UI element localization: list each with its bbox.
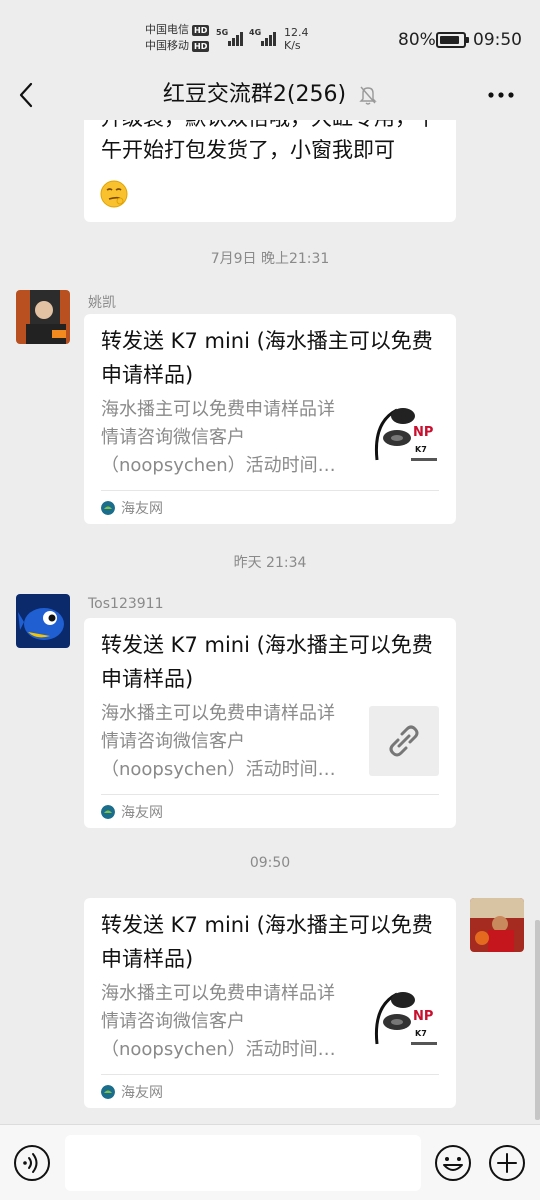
card-title: 转发送 K7 mini (海水播主可以免费申请样品) (101, 329, 433, 387)
link-card[interactable]: 转发送 K7 mini (海水播主可以免费申请样品) 海水播主可以免费申请样品详… (84, 618, 456, 828)
signal-4g-icon: 4G (249, 28, 276, 46)
time-separator: 昨天 21:34 (233, 555, 307, 571)
link-icon (389, 725, 419, 757)
card-title: 转发送 K7 mini (海水播主可以免费申请样品) (101, 913, 433, 971)
chat-header: 红豆交流群2(256) (0, 70, 540, 120)
source-logo-icon (101, 805, 115, 819)
link-card[interactable]: 转发送 K7 mini (海水播主可以免费申请样品) 海水播主可以免费申请样品详… (84, 898, 456, 1108)
message-text: 升级装，默认双倍哦，大缸专用，下午开始打包发货了，小窗我即可 (101, 120, 437, 162)
svg-text:K7: K7 (415, 1029, 427, 1038)
hd-badge: HD (192, 24, 210, 36)
product-thumbnail: NP K7 (369, 402, 439, 472)
avatar-image (16, 290, 70, 344)
card-title: 转发送 K7 mini (海水播主可以免费申请样品) (101, 633, 433, 691)
bell-off-icon (359, 86, 377, 105)
card-description: 海水播主可以免费申请样品详情请咨询微信客户（noopsychen）活动时间… (101, 983, 336, 1060)
avatar[interactable] (16, 290, 70, 344)
my-avatar[interactable] (470, 898, 524, 952)
hd-badge: HD (192, 40, 210, 52)
source-name: 海友网 (121, 501, 163, 517)
battery-percent: 80% (398, 30, 436, 50)
chat-title: 红豆交流群2(256) (162, 82, 347, 107)
card-divider (101, 490, 439, 491)
network-speed: 12.4 K/s (284, 26, 309, 52)
input-bar (0, 1124, 540, 1200)
carrier-1: 中国电信 (145, 23, 189, 36)
message-input[interactable] (65, 1135, 421, 1191)
card-source: 海友网 (101, 802, 163, 822)
signal-5g-icon: 5G (216, 28, 243, 46)
battery-icon (436, 32, 469, 48)
emoji-icon[interactable] (434, 1144, 472, 1182)
chat-title-wrap: 红豆交流群2(256) (0, 80, 540, 110)
card-divider (101, 1074, 439, 1075)
smirk-emoji (100, 180, 128, 208)
svg-text:NP: NP (413, 425, 433, 440)
time-separator: 09:50 (249, 855, 291, 871)
carrier-2: 中国移动 (145, 39, 189, 52)
link-card[interactable]: 转发送 K7 mini (海水播主可以免费申请样品) 海水播主可以免费申请样品详… (84, 314, 456, 524)
source-logo-icon (101, 1085, 115, 1099)
avatar-image (470, 898, 524, 952)
avatar[interactable] (16, 594, 70, 648)
card-divider (101, 794, 439, 795)
sender-name: Tos123911 (88, 596, 164, 612)
sender-name: 姚凯 (88, 295, 116, 311)
voice-icon[interactable] (13, 1144, 51, 1182)
source-name: 海友网 (121, 805, 163, 821)
message-bubble[interactable]: 升级装，默认双倍哦，大缸专用，下午开始打包发货了，小窗我即可 (84, 120, 456, 222)
status-clock: 09:50 (473, 30, 522, 50)
avatar-image (16, 594, 70, 648)
signal-icons: 5G 4G (216, 28, 276, 46)
svg-text:NP: NP (413, 1009, 433, 1024)
time-separator: 7月9日 晚上21:31 (210, 251, 330, 267)
carrier-info: 中国电信 HD 中国移动 HD (145, 22, 210, 54)
card-description: 海水播主可以免费申请样品详情请咨询微信客户（noopsychen）活动时间… (101, 399, 336, 476)
link-thumbnail (369, 706, 439, 776)
source-name: 海友网 (121, 1085, 163, 1101)
chat-message-list[interactable]: 升级装，默认双倍哦，大缸专用，下午开始打包发货了，小窗我即可 7月9日 晚上21… (0, 120, 540, 1124)
more-horizontal-icon[interactable] (484, 84, 518, 106)
svg-text:K7: K7 (415, 445, 427, 454)
source-logo-icon (101, 501, 115, 515)
card-description: 海水播主可以免费申请样品详情请咨询微信客户（noopsychen）活动时间… (101, 703, 336, 780)
status-bar: 中国电信 HD 中国移动 HD 5G 4G 12.4 K/s 80% 09:50 (0, 0, 540, 80)
plus-icon[interactable] (488, 1144, 526, 1182)
card-source: 海友网 (101, 498, 163, 518)
product-thumbnail: NP K7 (369, 986, 439, 1056)
card-source: 海友网 (101, 1082, 163, 1102)
scrollbar[interactable] (535, 920, 540, 1120)
